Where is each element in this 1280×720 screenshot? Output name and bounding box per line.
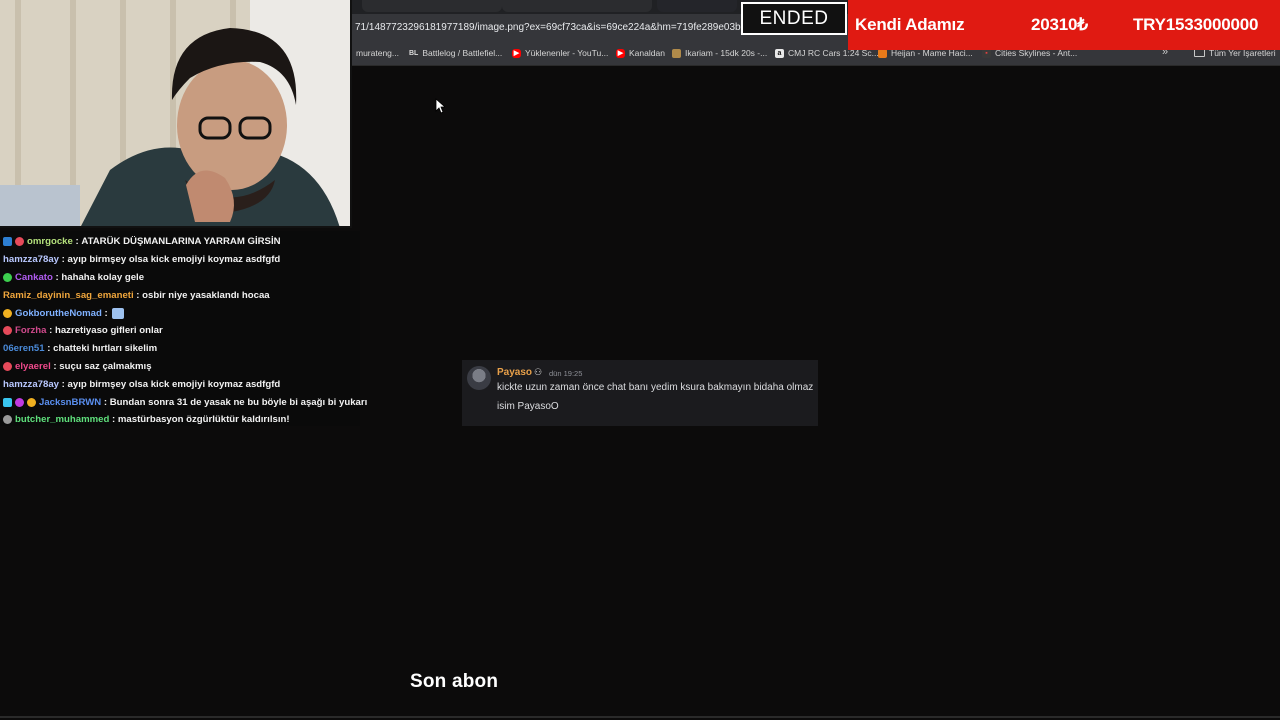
bookmark-item[interactable]: BL Battlelog / Battlefiel...: [409, 48, 502, 58]
chat-badge-icon: [3, 361, 12, 371]
chat-message: elyaerel : suçu saz çalmakmış: [0, 358, 360, 376]
folder-icon: [1194, 49, 1205, 57]
discord-message-card: Payaso ⚇ dün 19:25 kickte uzun zaman önc…: [462, 360, 818, 426]
donation-banner: Kendi Adamız 20310₺ TRY1533000000: [848, 0, 1280, 50]
chat-overlay: omrgocke : ATARÜK DÜŞMANLARINA YARRAM Gİ…: [0, 231, 367, 429]
message-author[interactable]: Payaso: [497, 367, 532, 378]
chat-username[interactable]: hamzza78ay: [3, 254, 59, 265]
bookmark-label: Kanaldan: [629, 48, 665, 58]
bookmark-item[interactable]: Ikariam - 15dk 20s -...: [672, 48, 767, 58]
chat-badge-icon: [3, 272, 12, 282]
ikariam-icon: [672, 48, 681, 58]
chat-badge-icon: [3, 415, 12, 425]
browser-tab[interactable]: [362, 0, 502, 12]
bookmark-label: Yüklenenler - YouTu...: [525, 48, 609, 58]
message-timestamp: dün 19:25: [549, 369, 583, 378]
ended-badge: ENDED: [741, 2, 847, 35]
chat-text: hazretiyaso gifleri onlar: [54, 325, 163, 337]
chat-text: ATARÜK DÜŞMANLARINA YARRAM GİRSİN: [81, 236, 281, 248]
message-text-line: kickte uzun zaman önce chat banı yedim k…: [497, 382, 814, 393]
youtube-icon: ▶: [512, 48, 521, 58]
chat-username[interactable]: butcher_muhammed: [15, 414, 109, 425]
mouse-cursor-icon: [435, 98, 445, 114]
amazon-icon: a: [775, 48, 784, 58]
author-badge-icon: ⚇: [534, 367, 543, 377]
bottom-divider: [0, 716, 1280, 718]
bookmark-label: murateng...: [356, 48, 399, 58]
chat-message: hamzza78ay : ayıp birmşey olsa kick emoj…: [3, 254, 281, 266]
chat-username[interactable]: Cankato: [15, 272, 53, 283]
youtube-icon: ▶: [616, 48, 625, 58]
bookmark-item[interactable]: ▶ Yüklenenler - YouTu...: [512, 48, 608, 58]
chat-badge-icon: [15, 237, 24, 247]
chat-username[interactable]: 06eren51: [3, 343, 45, 354]
chat-badge-icon: [3, 397, 12, 407]
chat-message: Cankato : hahaha kolay gele: [0, 269, 360, 287]
message-text-line: isim PayasoO: [497, 401, 559, 412]
chat-text: ayıp birmşey olsa kick emojiyi koymaz as…: [67, 254, 281, 266]
bookmark-item[interactable]: murateng...: [356, 48, 399, 58]
caption-text: Son abon: [410, 671, 499, 692]
chat-badge-icon: [3, 237, 12, 247]
chat-text: Bundan sonra 31 de yasak ne bu böyle bi …: [109, 396, 368, 408]
chat-message: Ramiz_dayinin_sag_emaneti : osbir niye y…: [3, 289, 270, 301]
chat-message: Forzha : hazretiyaso gifleri onlar: [0, 322, 360, 340]
chat-message: hamzza78ay : ayıp birmşey olsa kick emoj…: [3, 378, 281, 390]
chat-text: mastürbasyon özgürlüktür kaldırılsın!: [117, 414, 290, 426]
chat-text: ayıp birmşey olsa kick emojiyi koymaz as…: [67, 378, 281, 390]
chat-username[interactable]: Forzha: [15, 325, 46, 336]
chat-emote-icon: [112, 307, 125, 319]
url-text[interactable]: 71/1487723296181977189/image.png?ex=69cf…: [355, 22, 771, 33]
donation-total: TRY1533000000: [1133, 15, 1259, 34]
chat-username[interactable]: Ramiz_dayinin_sag_emaneti: [3, 290, 134, 301]
browser-tab[interactable]: [502, 0, 652, 12]
donation-amount: 20310₺: [1031, 15, 1088, 34]
chat-message: JacksnBRWN : Bundan sonra 31 de yasak ne…: [0, 393, 367, 411]
chat-username[interactable]: hamzza78ay: [3, 379, 59, 390]
battlelog-icon: BL: [409, 49, 419, 57]
chat-text: hahaha kolay gele: [61, 271, 145, 283]
streamer-camera-image: [0, 0, 350, 226]
donor-name: Kendi Adamız: [855, 15, 965, 34]
avatar[interactable]: [467, 366, 491, 390]
chat-badge-icon: [15, 397, 24, 407]
chat-message: GokborutheNomad :: [0, 304, 360, 322]
chat-badge-icon: [3, 326, 12, 336]
chat-text: osbir niye yasaklandı hocaa: [142, 289, 270, 301]
chat-text: chatteki hırtları sikelim: [53, 343, 158, 355]
chat-text: suçu saz çalmakmış: [59, 360, 152, 372]
chat-message: 06eren51 : chatteki hırtları sikelim: [3, 343, 158, 355]
bookmark-label: Ikariam - 15dk 20s -...: [685, 48, 768, 58]
chat-message: butcher_muhammed : mastürbasyon özgürlük…: [0, 411, 360, 429]
chat-badge-icon: [3, 308, 12, 318]
bookmark-item[interactable]: ▶ Kanaldan: [616, 48, 665, 58]
browser-tab[interactable]: [657, 0, 737, 12]
chat-message: omrgocke : ATARÜK DÜŞMANLARINA YARRAM Gİ…: [0, 233, 360, 251]
webcam-overlay: [0, 0, 352, 228]
chat-username[interactable]: GokborutheNomad: [15, 308, 102, 319]
chat-username[interactable]: JacksnBRWN: [39, 397, 101, 408]
bookmark-label: Battlelog / Battlefiel...: [422, 48, 503, 58]
chat-badge-icon: [27, 397, 36, 407]
chat-username[interactable]: omrgocke: [27, 236, 73, 247]
chat-username[interactable]: elyaerel: [15, 361, 51, 372]
